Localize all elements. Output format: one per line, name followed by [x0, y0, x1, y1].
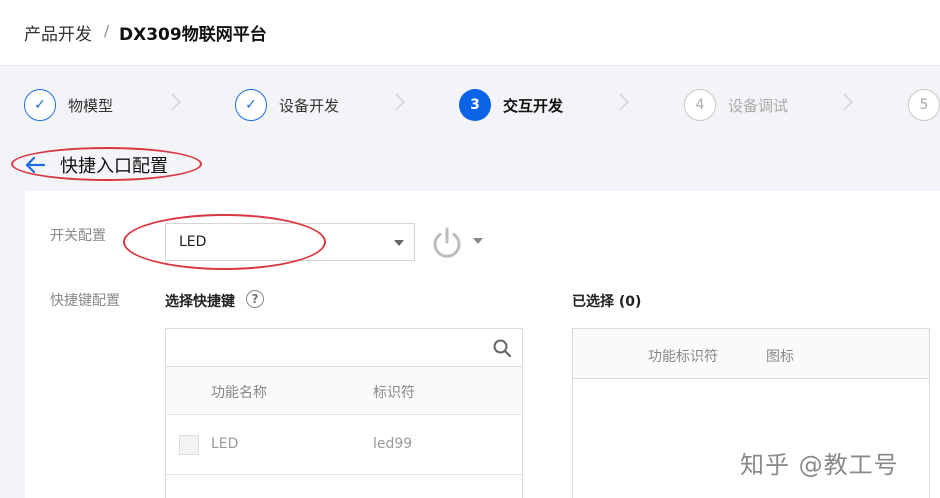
column-header: 功能标识符 [648, 349, 718, 365]
selected-title: 已选择 (0) [572, 294, 642, 310]
switch-config-label: 开关配置 [50, 228, 106, 244]
column-header: 标识符 [373, 385, 415, 401]
shortcut-search [165, 328, 523, 366]
watermark: 知乎 @教工号 [740, 451, 899, 479]
row-checkbox[interactable] [179, 435, 199, 455]
step-number: 3 [459, 89, 491, 121]
chevron-right-icon [835, 93, 853, 111]
page-header: 产品开发 / DX309物联网平台 [0, 0, 940, 66]
caret-down-icon[interactable] [473, 238, 483, 244]
switch-select[interactable]: LED [165, 223, 415, 261]
check-icon: ✓ [24, 89, 56, 121]
page-title-row: 快捷入口配置 [0, 146, 940, 190]
breadcrumb-parent[interactable]: 产品开发 [24, 20, 92, 45]
back-arrow-icon[interactable] [24, 154, 46, 176]
table-header: 功能标识符 图标 [573, 329, 929, 379]
chevron-right-icon [611, 93, 629, 111]
search-icon[interactable] [492, 338, 512, 358]
step-label: 物模型 [68, 96, 114, 115]
step-label: 设备开发 [279, 96, 340, 115]
check-icon: ✓ [235, 89, 267, 121]
breadcrumb-separator: / [104, 22, 110, 40]
row-function-name: LED [211, 436, 239, 452]
switch-select-value: LED [179, 234, 207, 250]
step-device-debug[interactable]: 4 设备调试 [684, 88, 788, 122]
caret-down-icon [394, 240, 404, 246]
chevron-right-icon [163, 93, 181, 111]
power-icon[interactable] [429, 225, 465, 261]
chevron-right-icon [387, 93, 405, 111]
step-interaction-dev[interactable]: 3 交互开发 [459, 88, 563, 122]
table-header: 功能名称 标识符 [166, 367, 522, 415]
row-identifier: led99 [373, 436, 413, 452]
breadcrumb-current: DX309物联网平台 [119, 25, 267, 45]
shortcut-table: 功能名称 标识符 LED led99 [165, 366, 523, 498]
page-title: 快捷入口配置 [60, 156, 168, 177]
step-number: 5 [908, 89, 940, 121]
step-thing-model[interactable]: ✓ 物模型 [24, 88, 113, 122]
shortcut-config-label: 快捷键配置 [50, 293, 120, 309]
step-5[interactable]: 5 [908, 88, 940, 122]
step-device-dev[interactable]: ✓ 设备开发 [235, 88, 339, 122]
select-shortcut-title: 选择快捷键 [165, 294, 235, 310]
step-label: 交互开发 [503, 96, 564, 115]
step-number: 4 [684, 89, 716, 121]
column-header: 图标 [766, 349, 794, 365]
step-progress: ✓ 物模型 ✓ 设备开发 3 交互开发 4 设备调试 5 [0, 66, 940, 146]
help-icon[interactable]: ? [246, 290, 264, 308]
step-label: 设备调试 [728, 96, 789, 115]
search-input[interactable] [166, 329, 486, 365]
column-header: 功能名称 [211, 385, 267, 401]
table-row[interactable]: LED led99 [166, 415, 522, 475]
